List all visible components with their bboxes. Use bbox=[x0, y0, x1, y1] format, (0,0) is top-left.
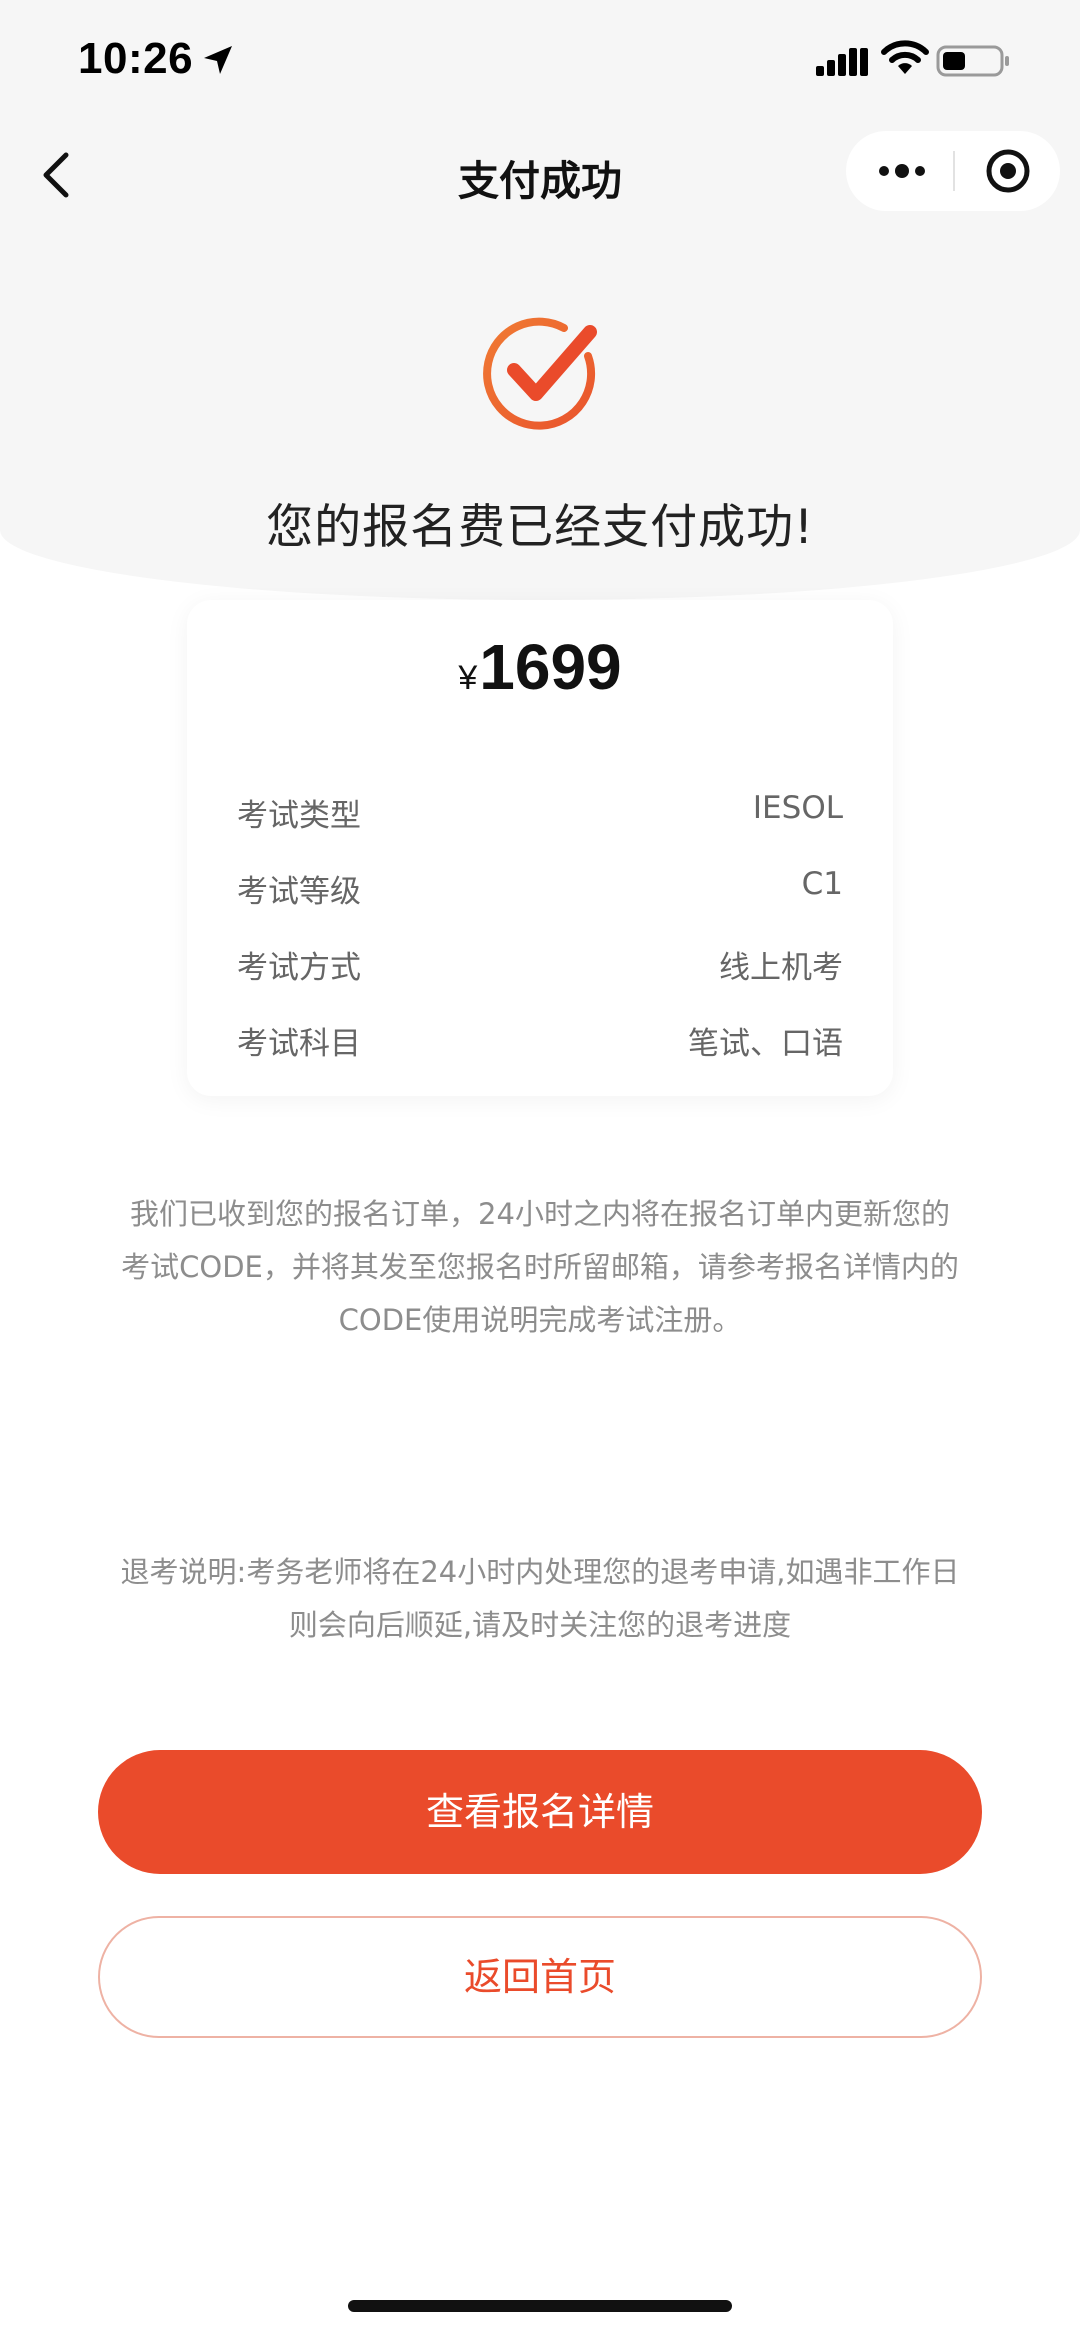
navigation-bar: 支付成功 bbox=[0, 125, 1080, 225]
detail-value: 线上机考 bbox=[719, 950, 843, 986]
order-notice-line: 考试CODE，并将其发至您报名时所留邮箱，请参考报名详情内的 bbox=[121, 1250, 959, 1284]
mini-program-capsule bbox=[846, 131, 1060, 211]
view-registration-details-button[interactable]: 查看报名详情 bbox=[98, 1750, 982, 1874]
amount-value: 1699 bbox=[479, 631, 622, 703]
currency-symbol: ¥ bbox=[458, 659, 478, 697]
home-indicator bbox=[348, 2300, 732, 2312]
wifi-icon bbox=[881, 40, 929, 74]
location-arrow-icon bbox=[204, 46, 232, 74]
detail-label: 考试类型 bbox=[237, 798, 361, 834]
mini-program-close-icon[interactable] bbox=[982, 145, 1034, 197]
back-to-home-button[interactable]: 返回首页 bbox=[98, 1916, 982, 2038]
capsule-divider bbox=[953, 151, 955, 191]
detail-row-exam-method: 考试方式 线上机考 bbox=[237, 942, 843, 992]
detail-row-exam-level: 考试等级 C1 bbox=[237, 866, 843, 916]
order-notice: 我们已收到您的报名订单，24小时之内将在报名订单内更新您的 考试CODE，并将其… bbox=[90, 1188, 990, 1347]
success-message: 您的报名费已经支付成功! bbox=[266, 500, 814, 555]
cellular-signal-icon bbox=[816, 48, 868, 76]
detail-label: 考试方式 bbox=[237, 950, 361, 986]
status-time: 10:26 bbox=[78, 34, 194, 83]
status-bar: 10:26 bbox=[0, 0, 1080, 120]
detail-row-exam-subjects: 考试科目 笔试、口语 bbox=[237, 1018, 843, 1068]
detail-value: 笔试、口语 bbox=[688, 1026, 843, 1062]
payment-amount: ¥1699 bbox=[187, 630, 893, 704]
refund-notice: 退考说明:考务老师将在24小时内处理您的退考申请,如遇非工作日 则会向后顺延,请… bbox=[90, 1546, 990, 1652]
order-notice-line: CODE使用说明完成考试注册。 bbox=[338, 1303, 742, 1337]
order-summary-card: ¥1699 考试类型 IESOL 考试等级 C1 考试方式 线上机考 考试科目 … bbox=[187, 600, 893, 1096]
detail-label: 考试科目 bbox=[237, 1026, 361, 1062]
detail-label: 考试等级 bbox=[237, 874, 361, 910]
detail-value: C1 bbox=[801, 866, 843, 902]
refund-notice-line: 退考说明:考务老师将在24小时内处理您的退考申请,如遇非工作日 bbox=[120, 1555, 960, 1589]
battery-icon bbox=[936, 45, 1009, 77]
refund-notice-line: 则会向后顺延,请及时关注您的退考进度 bbox=[288, 1608, 792, 1642]
more-dots-icon[interactable] bbox=[872, 151, 932, 191]
detail-row-exam-type: 考试类型 IESOL bbox=[237, 790, 843, 840]
detail-value: IESOL bbox=[752, 790, 843, 826]
order-notice-line: 我们已收到您的报名订单，24小时之内将在报名订单内更新您的 bbox=[130, 1197, 950, 1231]
success-check-icon bbox=[483, 317, 597, 430]
